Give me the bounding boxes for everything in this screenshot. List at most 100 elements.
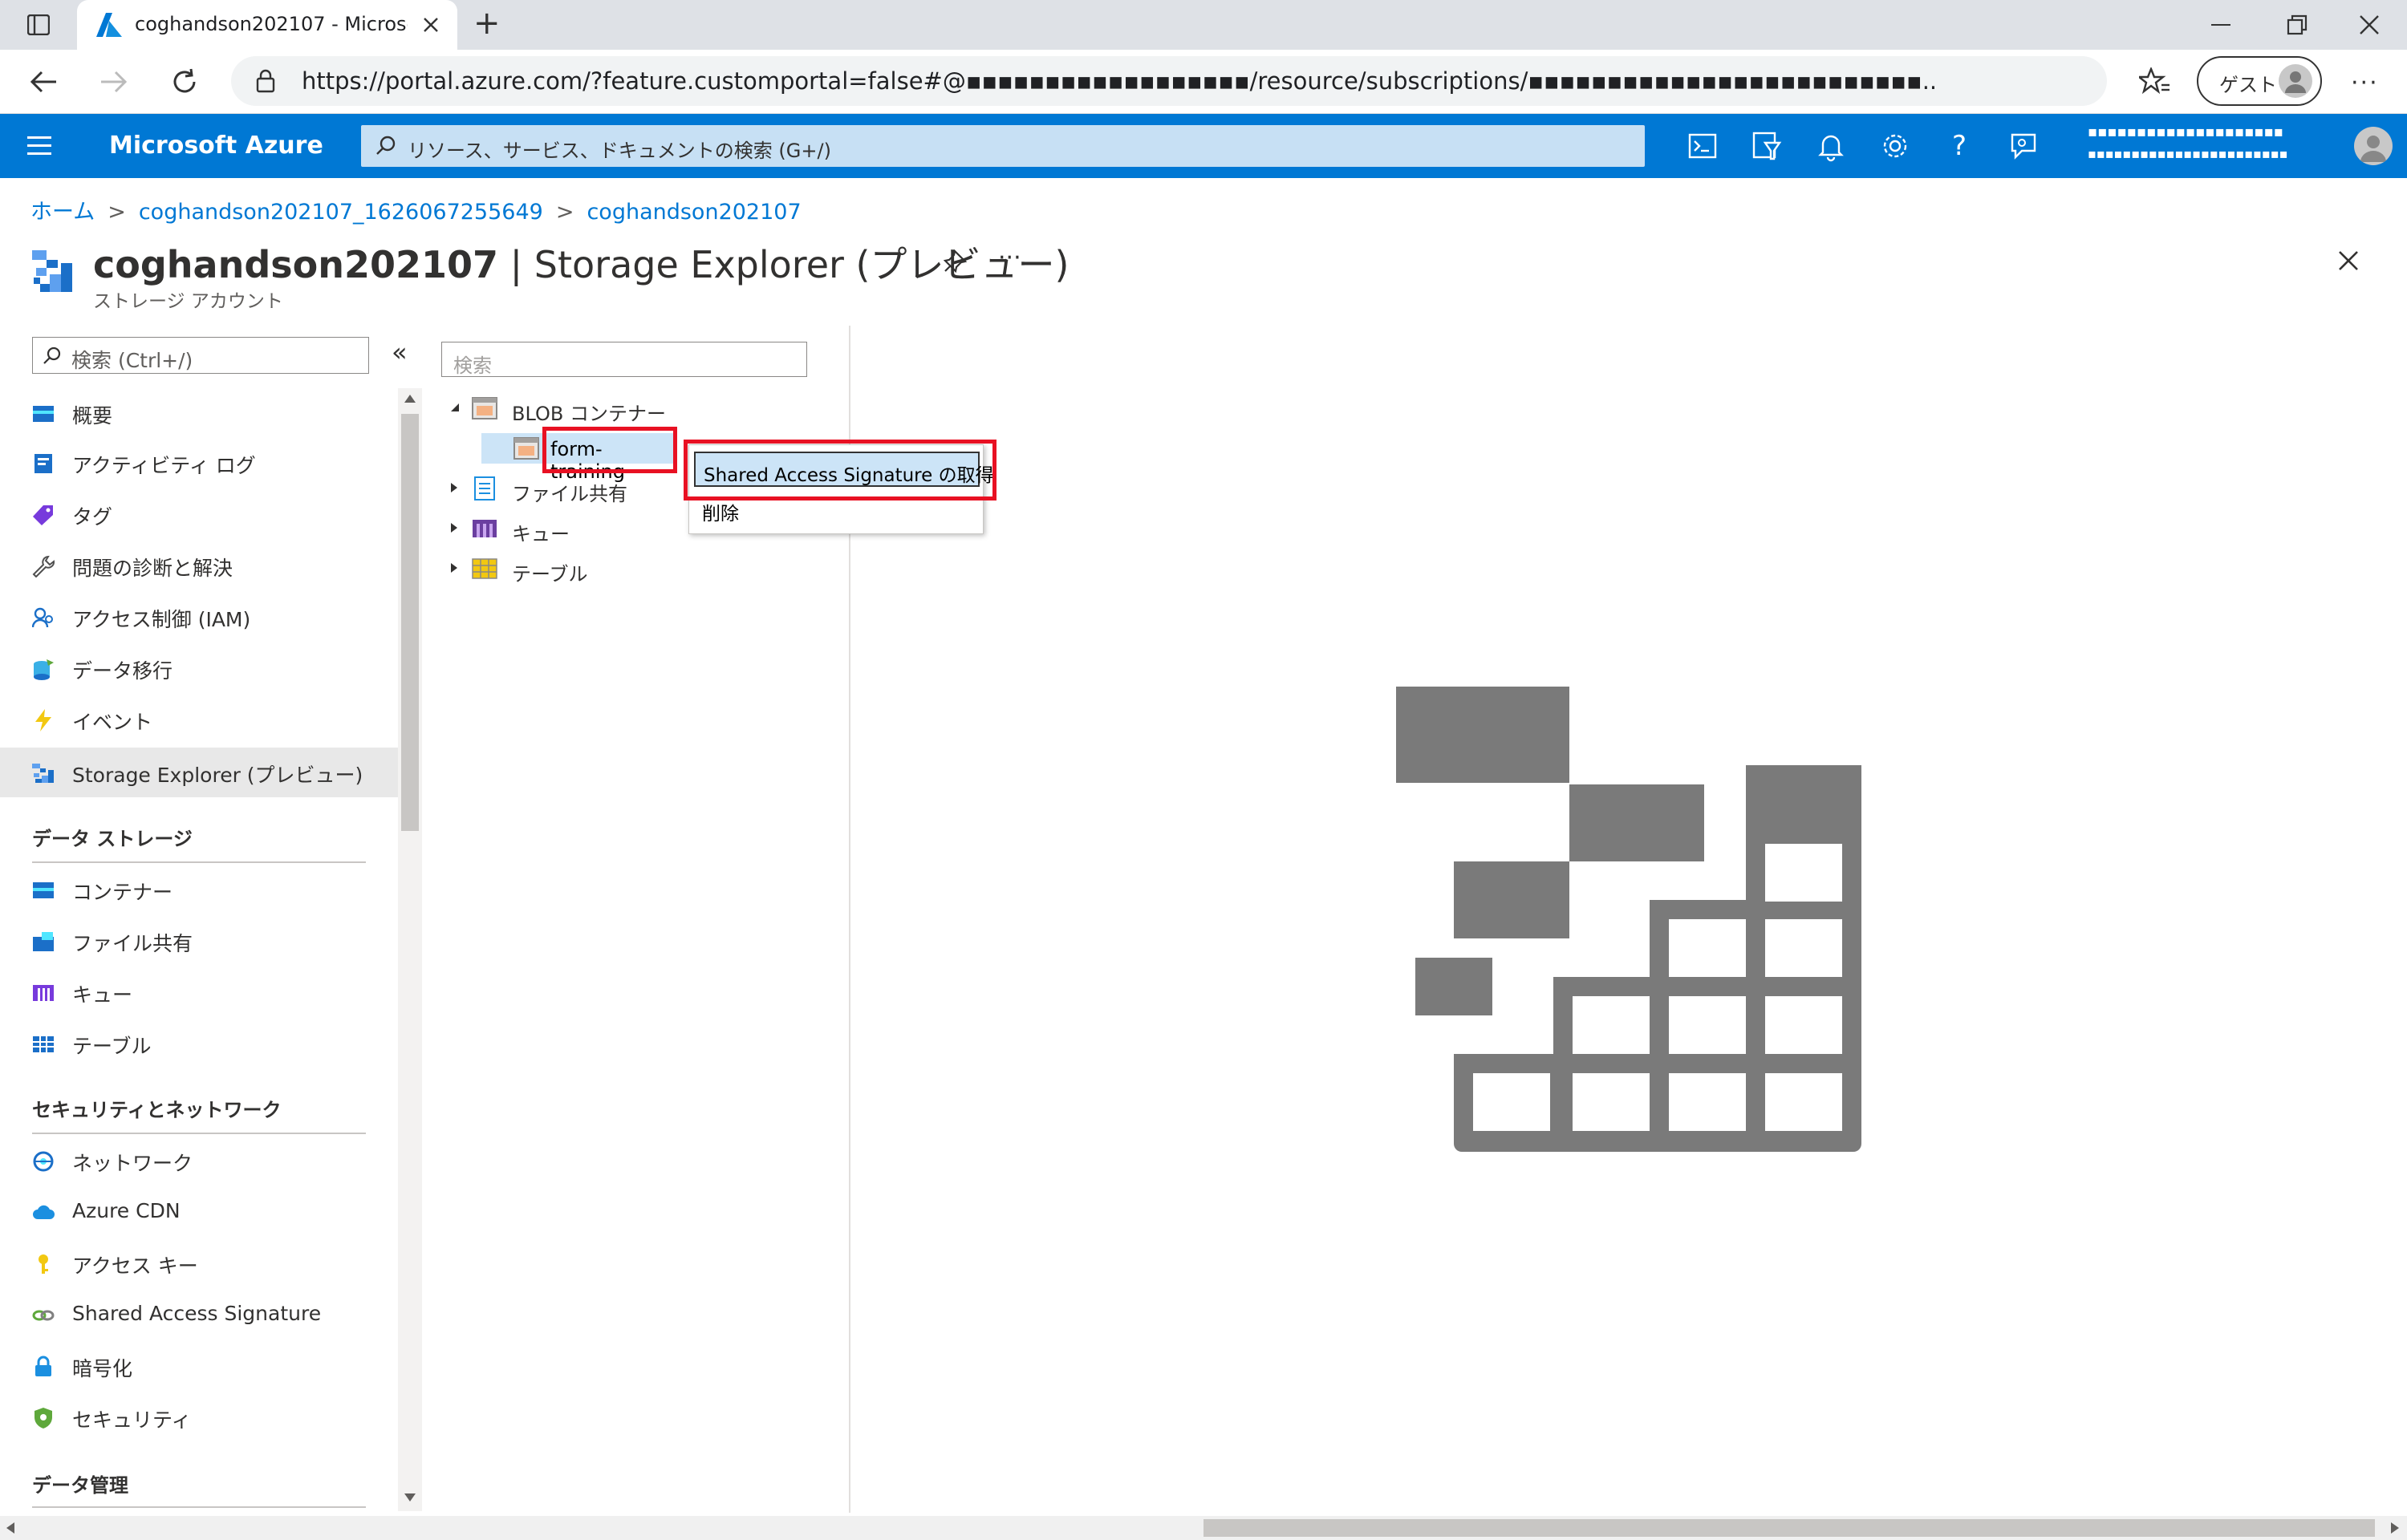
forward-icon[interactable] (99, 67, 128, 96)
scroll-right-arrow-icon[interactable] (2391, 1522, 2399, 1534)
menu-item-networking[interactable]: ネットワーク (0, 1136, 398, 1185)
search-icon (375, 135, 396, 156)
scroll-up-arrow-icon[interactable] (404, 395, 416, 403)
feedback-icon[interactable] (2006, 128, 2041, 164)
scroll-left-arrow-icon[interactable] (6, 1522, 14, 1534)
hamburger-menu-icon[interactable] (27, 136, 51, 156)
storage-explorer-illustration (1396, 687, 1861, 1152)
gear-icon[interactable] (1877, 128, 1913, 164)
menu-item-label: 暗号化 (72, 1357, 133, 1380)
help-icon[interactable]: ? (1942, 128, 1977, 164)
browser-tab-strip: coghandson202107 - Microsoft Azure + (0, 0, 2407, 50)
close-blade-icon[interactable] (2338, 250, 2359, 271)
url-bar[interactable]: https://portal.azure.com/?feature.custom… (231, 56, 2107, 106)
window-close-icon[interactable] (2359, 14, 2380, 35)
menu-item-queues[interactable]: キュー (0, 967, 398, 1017)
queue-icon (32, 982, 55, 1004)
collapse-menu-button[interactable]: « (392, 337, 408, 367)
browser-toolbar: https://portal.azure.com/?feature.custom… (0, 50, 2407, 114)
menu-search-placeholder: 検索 (Ctrl+/) (71, 349, 193, 372)
menu-item-azure-cdn[interactable]: Azure CDN (0, 1187, 398, 1237)
guest-label: ゲスト (2219, 74, 2277, 96)
section-divider (32, 861, 366, 863)
account-directory: ▪▪▪▪▪▪▪▪▪▪▪▪▪▪▪▪▪▪▪▪▪▪▪ (2088, 146, 2288, 161)
menu-item-diagnose[interactable]: 問題の診断と解決 (0, 541, 398, 590)
page-title-blade: | Storage Explorer (プレビュー) (498, 243, 1070, 286)
menu-search-input[interactable]: 検索 (Ctrl+/) (32, 337, 369, 374)
tab-title: coghandson202107 - Microsoft Azure (135, 13, 408, 35)
menu-item-activity-log[interactable]: アクティビティ ログ (0, 438, 398, 488)
lock-icon (32, 1356, 55, 1378)
horizontal-scrollbar-thumb[interactable] (1204, 1519, 2375, 1537)
tree-node-label: ファイル共有 (512, 483, 627, 505)
breadcrumb-home[interactable]: ホーム (30, 200, 95, 225)
bell-icon[interactable] (1813, 128, 1849, 164)
tree-node-blob-containers[interactable]: BLOB コンテナー (448, 393, 704, 425)
menu-item-sas[interactable]: Shared Access Signature (0, 1290, 398, 1339)
avatar-icon (2279, 64, 2312, 98)
context-menu-item-delete[interactable]: 削除 (702, 498, 739, 525)
menu-item-data-migration[interactable]: データ移行 (0, 643, 398, 693)
more-options-icon[interactable]: ··· (998, 244, 1021, 272)
browser-tab[interactable]: coghandson202107 - Microsoft Azure (77, 0, 457, 50)
account-menu[interactable]: ▪▪▪▪▪▪▪▪▪▪▪▪▪▪▪▪▪▪▪▪ ▪▪▪▪▪▪▪▪▪▪▪▪▪▪▪▪▪▪▪… (2088, 124, 2344, 168)
collapsed-arrow-icon[interactable] (448, 561, 461, 574)
container-icon (32, 879, 55, 902)
profile-button[interactable]: ゲスト (2197, 56, 2322, 106)
menu-item-events[interactable]: イベント (0, 695, 398, 744)
tree-node-label: BLOB コンテナー (512, 403, 666, 425)
account-avatar-icon[interactable] (2354, 127, 2393, 165)
menu-item-overview[interactable]: 概要 (0, 388, 398, 438)
pin-icon[interactable] (944, 249, 968, 273)
menu-item-access-keys[interactable]: アクセス キー (0, 1238, 398, 1288)
back-icon[interactable] (29, 67, 58, 96)
menu-item-label: アクティビティ ログ (72, 454, 256, 477)
minimize-icon[interactable] (2211, 24, 2230, 26)
menu-item-label: アクセス キー (72, 1254, 198, 1278)
collapsed-arrow-icon[interactable] (448, 481, 461, 494)
expanded-arrow-icon[interactable] (448, 401, 461, 414)
storage-explorer-icon (32, 762, 55, 784)
scroll-down-arrow-icon[interactable] (404, 1493, 416, 1502)
url-text[interactable]: https://portal.azure.com/?feature.custom… (302, 67, 1937, 95)
breadcrumb-storage-account[interactable]: coghandson202107 (587, 200, 801, 225)
tab-close-icon[interactable] (422, 16, 440, 34)
page-title: coghandson202107 | Storage Explorer (プレビ… (93, 236, 1069, 289)
menu-item-label: ファイル共有 (72, 932, 193, 955)
collapsed-arrow-icon[interactable] (448, 521, 461, 534)
refresh-icon[interactable] (170, 67, 199, 96)
more-icon[interactable]: ··· (2351, 69, 2379, 97)
table-icon (32, 1033, 55, 1056)
menu-item-label: データ移行 (72, 659, 173, 683)
new-tab-button[interactable]: + (473, 5, 501, 42)
lock-icon[interactable] (255, 69, 276, 93)
highlight-box-form-training (542, 427, 677, 473)
breadcrumb-resource-group[interactable]: coghandson202107_1626067255649 (139, 200, 543, 225)
menu-item-iam[interactable]: アクセス制御 (IAM) (0, 592, 398, 642)
network-icon (32, 1150, 55, 1173)
cloud-shell-icon[interactable] (1685, 128, 1720, 164)
tree-search-input[interactable]: 検索 (441, 342, 807, 377)
menu-item-tables[interactable]: テーブル (0, 1019, 398, 1068)
menu-item-encryption[interactable]: 暗号化 (0, 1341, 398, 1391)
breadcrumb-separator: > (555, 200, 574, 225)
tree-node-queues[interactable]: キュー (448, 513, 704, 545)
tree-search-placeholder: 検索 (453, 355, 492, 377)
menu-item-tags[interactable]: タグ (0, 489, 398, 539)
azure-brand[interactable]: Microsoft Azure (109, 132, 323, 160)
menu-item-storage-explorer[interactable]: Storage Explorer (プレビュー) (0, 748, 398, 797)
tree-node-tables[interactable]: テーブル (448, 553, 704, 586)
file-share-icon (472, 476, 497, 500)
tab-actions-icon[interactable] (27, 14, 50, 35)
restore-icon[interactable] (2287, 14, 2308, 35)
iam-icon (32, 606, 55, 629)
favorites-icon[interactable] (2139, 67, 2170, 96)
directory-filter-icon[interactable] (1749, 128, 1784, 164)
menu-item-file-shares[interactable]: ファイル共有 (0, 916, 398, 966)
menu-item-containers[interactable]: コンテナー (0, 865, 398, 914)
highlight-box-get-sas (684, 440, 996, 500)
tree-node-file-shares[interactable]: ファイル共有 (448, 473, 704, 505)
menu-scrollbar-thumb[interactable] (401, 414, 419, 831)
menu-item-security[interactable]: セキュリティ (0, 1392, 398, 1442)
global-search-input[interactable]: リソース、サービス、ドキュメントの検索 (G+/) (361, 125, 1645, 167)
